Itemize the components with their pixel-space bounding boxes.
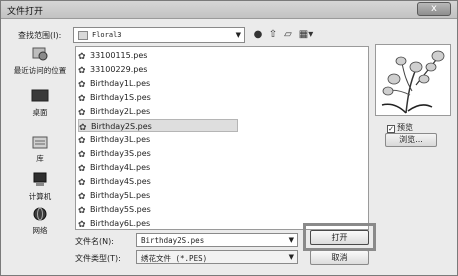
chevron-down-icon: ▼ [288, 253, 294, 261]
list-item[interactable]: ✿ Birthday6L.pes [78, 217, 238, 230]
places-bar: 最近访问的位置 桌面 库 计算机 网络 [8, 44, 72, 236]
pes-file-icon: ✿ [78, 178, 86, 188]
cancel-button[interactable]: 取消 [310, 250, 369, 265]
list-item[interactable]: ✿ Birthday1L.pes [78, 77, 238, 90]
file-name: Birthday5S.pes [90, 205, 151, 214]
pes-file-icon: ✿ [78, 52, 86, 62]
title-bar: 文件打开 x [1, 1, 457, 19]
list-item-selected[interactable]: ✿ Birthday2S.pes [78, 119, 238, 133]
pes-file-icon: ✿ [78, 66, 86, 76]
preview-checkbox-label: 预览 [397, 123, 413, 132]
list-item[interactable]: ✿ Birthday1S.pes [78, 91, 238, 104]
file-type-dropdown[interactable]: 绣花文件 (*.PES) ▼ [136, 250, 298, 264]
up-folder-icon[interactable]: ⇧ [267, 28, 279, 42]
window-title: 文件打开 [7, 7, 44, 17]
file-name: Birthday2S.pes [91, 122, 152, 131]
pes-file-icon: ✿ [78, 164, 86, 174]
pes-file-icon: ✿ [78, 108, 86, 118]
file-name: Birthday1S.pes [90, 93, 151, 102]
open-button[interactable]: 打开 [310, 230, 369, 245]
close-button[interactable]: x [417, 2, 451, 16]
place-recent[interactable]: 最近访问的位置 [8, 46, 72, 76]
look-in-label: 查找范围(I): [18, 31, 62, 40]
desktop-icon [31, 89, 49, 102]
recent-places-icon [32, 47, 48, 61]
pes-file-icon: ✿ [78, 136, 86, 146]
list-item[interactable]: ✿ Birthday4L.pes [78, 161, 238, 174]
pes-file-icon: ✿ [78, 150, 86, 160]
chevron-down-icon: ▼ [288, 236, 294, 244]
file-type-label: 文件类型(T): [75, 254, 121, 263]
file-name: 33100229.pes [90, 65, 148, 74]
look-in-value: Floral3 [92, 31, 122, 39]
flower-embroidery-preview [381, 50, 445, 114]
file-name: Birthday3S.pes [90, 149, 151, 158]
file-name-value: Birthday2S.pes [141, 236, 205, 245]
place-label: 最近访问的位置 [13, 66, 67, 75]
pes-file-icon: ✿ [79, 123, 87, 133]
pes-file-icon: ✿ [78, 80, 86, 90]
pes-file-icon: ✿ [78, 206, 86, 216]
file-name: Birthday5L.pes [90, 191, 151, 200]
place-label: 库 [36, 154, 44, 163]
place-label: 网络 [32, 226, 48, 235]
place-label: 桌面 [32, 108, 48, 117]
place-desktop[interactable]: 桌面 [8, 88, 72, 118]
network-icon [33, 207, 47, 221]
file-name: Birthday4L.pes [90, 163, 151, 172]
list-item[interactable]: ✿ Birthday2L.pes [78, 105, 238, 118]
pes-file-icon: ✿ [78, 94, 86, 104]
file-name-label: 文件名(N): [75, 237, 114, 246]
list-item[interactable]: ✿ 33100229.pes [78, 63, 238, 76]
preview-pane [375, 44, 451, 116]
list-item[interactable]: ✿ Birthday4S.pes [78, 175, 238, 188]
back-icon[interactable]: ● [252, 28, 264, 42]
pes-file-icon: ✿ [78, 192, 86, 202]
place-network[interactable]: 网络 [8, 206, 72, 236]
file-name: Birthday3L.pes [90, 135, 151, 144]
list-item[interactable]: ✿ Birthday3S.pes [78, 147, 238, 160]
file-type-value: 绣花文件 (*.PES) [141, 254, 208, 263]
file-name: Birthday6L.pes [90, 219, 151, 228]
file-name-field[interactable]: Birthday2S.pes ▼ [136, 233, 298, 247]
file-name: Birthday2L.pes [90, 107, 151, 116]
file-name: 33100115.pes [90, 51, 148, 60]
computer-icon [33, 172, 47, 186]
place-computer[interactable]: 计算机 [8, 172, 72, 202]
look-in-dropdown[interactable]: Floral3 ▼ [73, 27, 245, 43]
pes-file-icon: ✿ [78, 220, 86, 230]
libraries-icon [32, 136, 48, 149]
browse-button[interactable]: 浏览... [385, 133, 437, 147]
file-name: Birthday1L.pes [90, 79, 151, 88]
chevron-down-icon: ▼ [235, 31, 241, 39]
place-libraries[interactable]: 库 [8, 134, 72, 164]
list-item[interactable]: ✿ Birthday3L.pes [78, 133, 238, 146]
view-menu-icon[interactable]: ▦▾ [297, 28, 315, 42]
list-item[interactable]: ✿ 33100115.pes [78, 49, 238, 62]
list-item[interactable]: ✿ Birthday5L.pes [78, 189, 238, 202]
file-name: Birthday4S.pes [90, 177, 151, 186]
preview-checkbox[interactable]: ✓ 预览 [387, 122, 413, 133]
checkbox-icon: ✓ [387, 125, 395, 133]
folder-icon [78, 31, 88, 40]
place-label: 计算机 [28, 192, 52, 201]
list-item[interactable]: ✿ Birthday5S.pes [78, 203, 238, 216]
file-list: ✿ 33100115.pes ✿ 33100229.pes ✿ Birthday1L.… [75, 46, 369, 230]
new-folder-icon[interactable]: ▱ [282, 28, 294, 42]
